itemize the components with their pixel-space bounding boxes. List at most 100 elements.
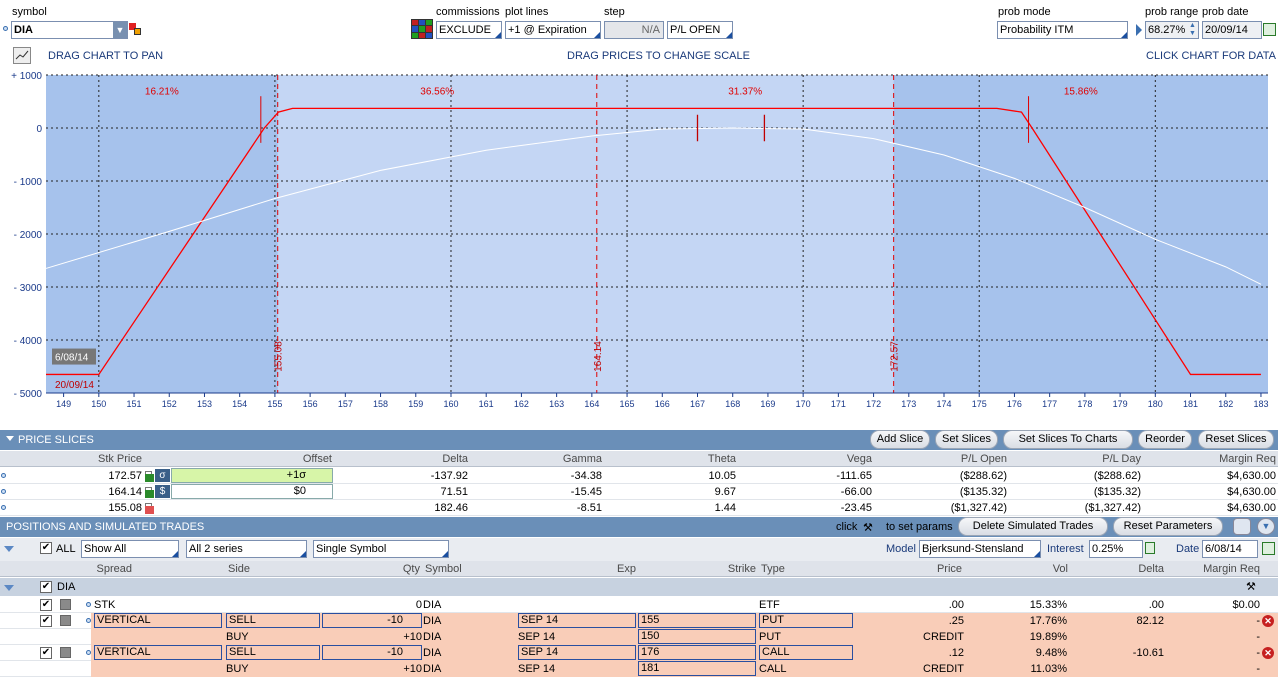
reset-parameters-button[interactable]: Reset Parameters xyxy=(1113,517,1223,536)
x-tick-label: 150 xyxy=(91,399,106,409)
prob-range-spinner-icon[interactable]: ▲ ▼ xyxy=(1189,22,1196,38)
price-slice-row[interactable]: 172.57 -137.92 -34.38 10.05 -111.65 ($288.62)… xyxy=(0,468,1278,484)
position-row[interactable]: ✔ VERTICAL SELL -10 DIA SEP 14 155 PUT .25 17.76%… xyxy=(0,613,1278,629)
position-row[interactable]: BUY +10 DIA SEP 14 150 PUT CREDIT 19.89% - xyxy=(0,629,1278,645)
symbol-input[interactable]: DIA xyxy=(11,21,128,39)
calendar-icon[interactable] xyxy=(1263,23,1276,36)
dollar-icon[interactable]: $ xyxy=(155,485,170,498)
position-row[interactable]: ✔ STK 0 DIA ETF .00 15.33% .00 $0.00 xyxy=(0,597,1278,613)
position-side[interactable]: SELL xyxy=(226,613,320,628)
color-picker-icon[interactable] xyxy=(129,23,141,35)
position-strike[interactable]: 176 xyxy=(638,645,756,660)
model-label: Model xyxy=(886,543,916,555)
slice-price: 164.14 xyxy=(108,486,142,498)
position-strike[interactable]: 150 xyxy=(638,629,756,644)
position-strike[interactable]: 155 xyxy=(638,613,756,628)
step-input[interactable]: N/A xyxy=(604,21,664,39)
col-spread: Spread xyxy=(96,563,132,575)
price-slice-row[interactable]: 155.08 182.46 -8.51 1.44 -23.45 ($1,327.42) ($… xyxy=(0,500,1278,516)
grid-layout-icon[interactable] xyxy=(411,19,433,39)
x-tick-label: 171 xyxy=(831,399,846,409)
position-toggle[interactable] xyxy=(60,599,71,610)
add-slice-button[interactable]: Add Slice xyxy=(870,430,930,449)
slice-offset-input[interactable]: $0 xyxy=(171,484,333,499)
commissions-select[interactable]: EXCLUDE xyxy=(436,21,502,39)
slice-offset-input[interactable]: +1σ xyxy=(171,468,333,483)
position-dot[interactable] xyxy=(86,602,91,607)
chart-type-icon[interactable] xyxy=(13,47,31,64)
price-slice-row[interactable]: 164.14 71.51 -15.45 9.67 -66.00 ($135.32) ($13… xyxy=(0,484,1278,500)
col-gamma: Gamma xyxy=(562,453,602,465)
x-tick-label: 155 xyxy=(267,399,282,409)
group-symbol: DIA xyxy=(57,581,76,593)
slice-delta: -137.92 xyxy=(430,470,468,482)
expand-icon[interactable]: ▼ xyxy=(1257,518,1275,535)
position-side[interactable]: SELL xyxy=(226,645,320,660)
prob-mode-select[interactable]: Probability ITM xyxy=(997,21,1128,39)
slice-dot[interactable] xyxy=(1,473,6,478)
series-select[interactable]: All 2 series xyxy=(186,540,307,558)
position-checkbox[interactable]: ✔ xyxy=(40,647,52,659)
group-checkbox[interactable]: ✔ xyxy=(40,581,52,593)
show-all-select[interactable]: Show All xyxy=(81,540,179,558)
pl-open-select[interactable]: P/L OPEN xyxy=(667,21,733,39)
dia-group-row[interactable]: ✔ DIA ⚒ xyxy=(0,578,1278,596)
probability-label: 36.56% xyxy=(420,87,454,98)
play-arrow-icon[interactable] xyxy=(1136,24,1142,36)
lock-icon[interactable] xyxy=(1145,542,1155,554)
remove-trade-icon[interactable]: ✕ xyxy=(1262,615,1274,627)
reset-slices-button[interactable]: Reset Slices xyxy=(1198,430,1274,449)
reorder-button[interactable]: Reorder xyxy=(1138,430,1192,449)
model-select[interactable]: Bjerksund-Stensland xyxy=(919,540,1041,558)
date-input[interactable]: 6/08/14 xyxy=(1202,540,1258,558)
all-checkbox[interactable]: ✔ xyxy=(40,542,52,554)
position-strike[interactable]: 181 xyxy=(638,661,756,676)
group-wrench-icon[interactable]: ⚒ xyxy=(1246,580,1256,593)
filter-collapse-icon[interactable] xyxy=(4,546,14,552)
x-tick-label: 183 xyxy=(1253,399,1268,409)
single-symbol-select[interactable]: Single Symbol xyxy=(313,540,449,558)
slice-delta: 182.46 xyxy=(434,502,468,514)
sigma-icon[interactable]: σ xyxy=(155,469,170,482)
prob-date-input[interactable]: 20/09/14 xyxy=(1202,21,1262,39)
position-toggle[interactable] xyxy=(60,647,71,658)
group-collapse-icon[interactable] xyxy=(4,585,14,591)
position-margin: $0.00 xyxy=(1232,599,1260,611)
position-exp[interactable]: SEP 14 xyxy=(518,613,636,628)
position-exp[interactable]: SEP 14 xyxy=(518,645,636,660)
position-row[interactable]: ✔ VERTICAL SELL -10 DIA SEP 14 176 CALL .12 9.48%… xyxy=(0,645,1278,661)
position-row[interactable]: BUY +10 DIA SEP 14 181 CALL CREDIT 11.03% - xyxy=(0,661,1278,677)
date-label: 20/09/14 xyxy=(55,380,94,391)
col-vol: Vol xyxy=(1052,563,1068,575)
position-qty[interactable]: -10 xyxy=(322,645,422,660)
slice-dot[interactable] xyxy=(1,489,6,494)
slice-dot[interactable] xyxy=(1,505,6,510)
position-type[interactable]: PUT xyxy=(759,613,853,628)
position-exp: SEP 14 xyxy=(518,663,556,675)
click-data-hint: CLICK CHART FOR DATA xyxy=(1146,50,1276,62)
position-spread[interactable]: VERTICAL xyxy=(94,645,222,660)
position-qty[interactable]: -10 xyxy=(322,613,422,628)
position-toggle[interactable] xyxy=(60,615,71,626)
x-tick-label: 159 xyxy=(408,399,423,409)
date-calendar-icon[interactable] xyxy=(1262,542,1275,555)
probability-label: 16.21% xyxy=(145,87,179,98)
slice-theta: 10.05 xyxy=(708,470,736,482)
set-slices-button[interactable]: Set Slices xyxy=(935,430,998,449)
set-slices-to-charts-button[interactable]: Set Slices To Charts xyxy=(1003,430,1133,449)
remove-trade-icon[interactable]: ✕ xyxy=(1262,647,1274,659)
interest-input[interactable]: 0.25% xyxy=(1089,540,1143,558)
y-tick-label: - 1000 xyxy=(14,177,43,188)
collapse-icon[interactable] xyxy=(6,436,14,441)
delete-simulated-trades-button[interactable]: Delete Simulated Trades xyxy=(958,517,1108,536)
camera-icon[interactable] xyxy=(1233,518,1251,535)
position-spread[interactable]: VERTICAL xyxy=(94,613,222,628)
position-price: .12 xyxy=(948,647,964,659)
symbol-dropdown-icon[interactable]: ▼ xyxy=(113,22,127,38)
plot-lines-select[interactable]: +1 @ Expiration xyxy=(505,21,601,39)
position-type[interactable]: CALL xyxy=(759,645,853,660)
symbol-link-dot[interactable] xyxy=(3,26,8,31)
risk-profile-chart[interactable]: + 1000 0 - 1000 - 2000 - 3000 - 4000 - 5000 15… xyxy=(0,70,1278,415)
position-checkbox[interactable]: ✔ xyxy=(40,599,52,611)
position-checkbox[interactable]: ✔ xyxy=(40,615,52,627)
